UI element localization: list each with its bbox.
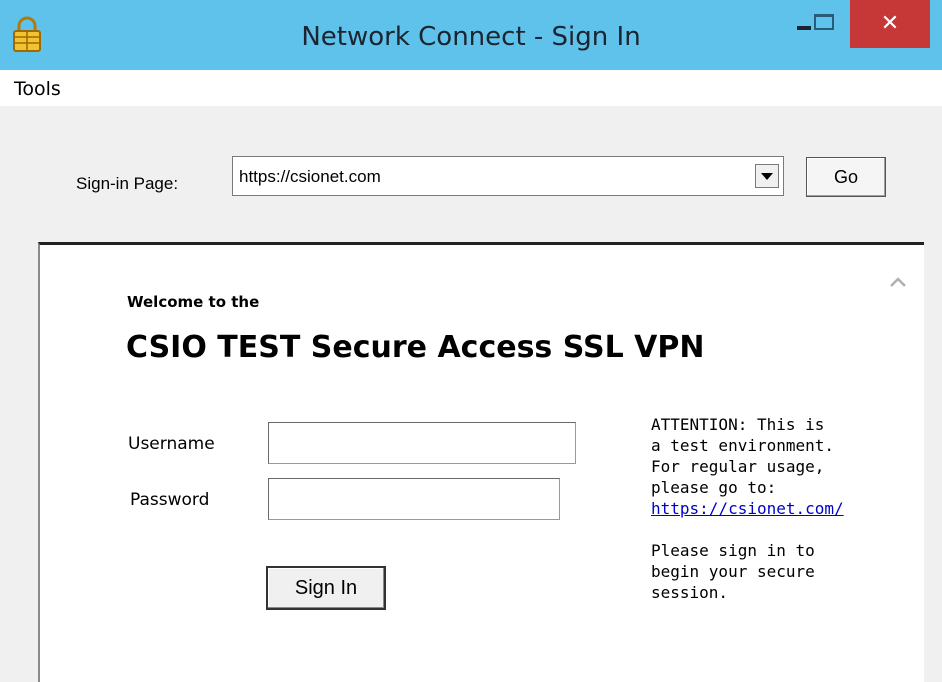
welcome-text: Welcome to the xyxy=(127,293,260,311)
vertical-scrollbar[interactable] xyxy=(880,262,924,662)
title-bar[interactable]: Network Connect - Sign In ✕ xyxy=(0,0,942,70)
notice-line: please go to: xyxy=(651,478,777,497)
go-button[interactable]: Go xyxy=(806,157,886,197)
chevron-up-icon[interactable] xyxy=(888,272,908,292)
signin-page-combobox[interactable]: https://csionet.com xyxy=(232,156,784,196)
dropdown-arrow-icon xyxy=(761,172,773,180)
maximize-icon xyxy=(814,14,834,30)
menu-tools[interactable]: Tools xyxy=(14,78,61,100)
signin-page-value[interactable]: https://csionet.com xyxy=(239,167,381,187)
regular-site-link[interactable]: https://csionet.com/ xyxy=(651,499,844,518)
notice-line: ATTENTION: This is xyxy=(651,415,825,434)
signin-page-label: Sign-in Page: xyxy=(76,174,179,193)
maximize-button[interactable] xyxy=(796,0,852,48)
signin-prompt-line: Please sign in to xyxy=(651,541,815,560)
page-heading: CSIO TEST Secure Access SSL VPN xyxy=(126,330,705,365)
password-label: Password xyxy=(130,490,210,510)
username-input[interactable] xyxy=(268,422,576,464)
signin-prompt-line: session. xyxy=(651,583,729,602)
username-label: Username xyxy=(128,434,215,454)
dropdown-button[interactable] xyxy=(755,164,779,188)
notice-line: For regular usage, xyxy=(651,457,825,476)
password-input[interactable] xyxy=(268,478,560,520)
attention-notice: ATTENTION: This is a test environment. F… xyxy=(651,414,881,603)
signin-prompt-line: begin your secure xyxy=(651,562,815,581)
close-button[interactable]: ✕ xyxy=(850,0,930,48)
close-icon: ✕ xyxy=(880,11,900,36)
menu-bar: Tools xyxy=(0,70,942,106)
sign-in-button[interactable]: Sign In xyxy=(266,566,386,610)
notice-line: a test environment. xyxy=(651,436,835,455)
